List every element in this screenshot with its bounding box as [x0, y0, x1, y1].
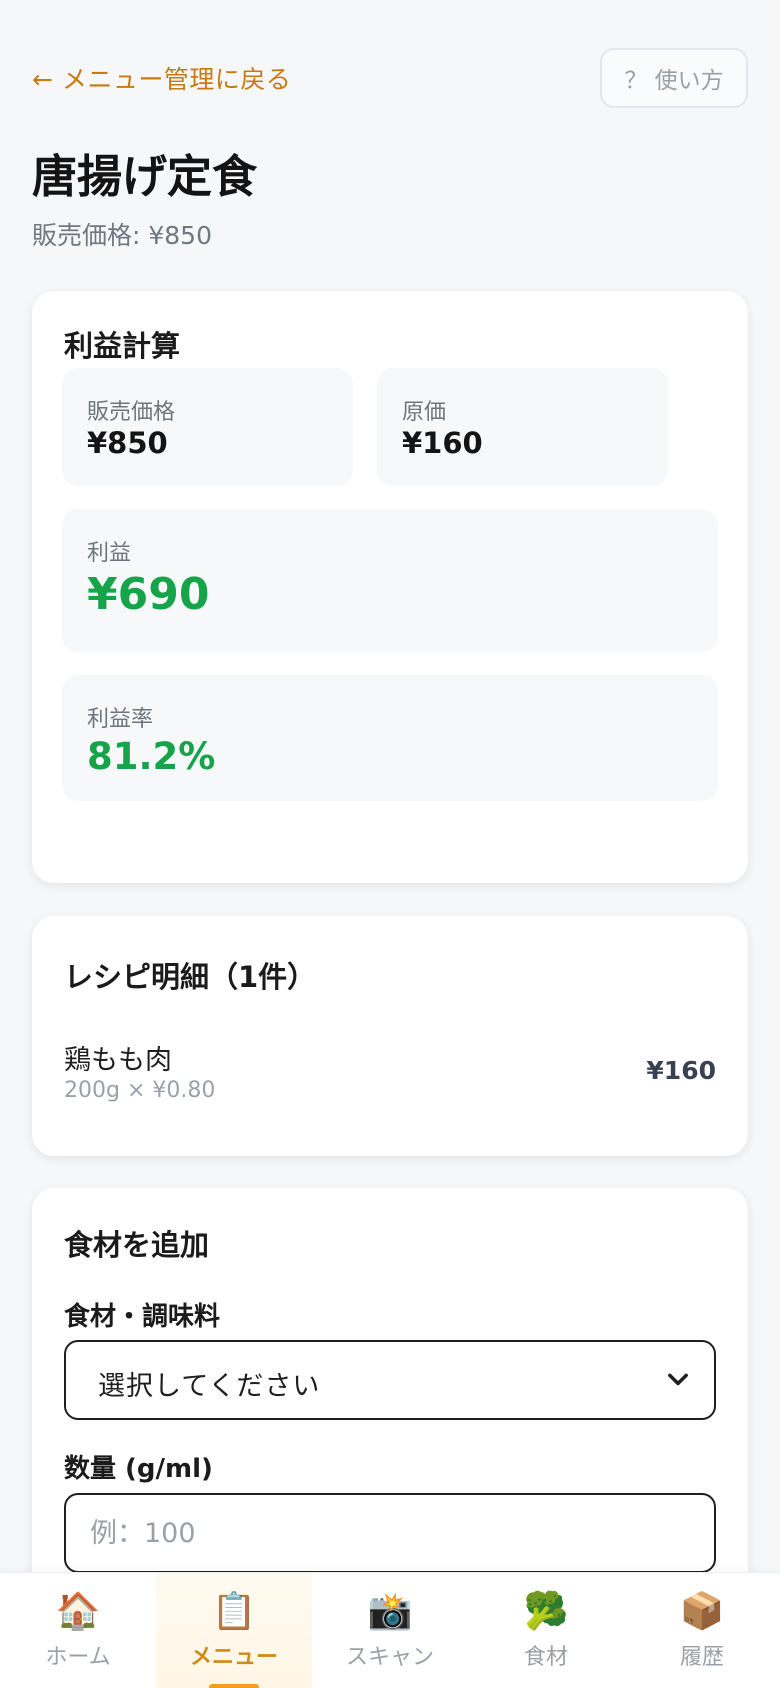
chevron-down-icon — [668, 1373, 688, 1386]
cost-stat: 原価 ¥160 — [377, 368, 668, 486]
active-tab-indicator — [209, 1684, 259, 1688]
sale-price-value: ¥850 — [87, 426, 168, 460]
nav-item-menu[interactable]: 📋 メニュー — [156, 1573, 312, 1688]
margin-label: 利益率 — [87, 707, 154, 732]
camera-flash-icon: 📸 — [367, 1591, 413, 1632]
ingredient-price: ¥160 — [646, 1056, 716, 1085]
package-icon: 📦 — [679, 1591, 725, 1632]
margin-value: 81.2% — [87, 735, 216, 778]
cost-value: ¥160 — [402, 426, 483, 460]
broccoli-icon: 🥦 — [523, 1591, 569, 1632]
profit-stat: 利益 ¥690 — [62, 509, 718, 652]
ingredient-detail: 200g × ¥0.80 — [64, 1078, 216, 1103]
sale-price-label: 販売価格 — [87, 400, 176, 425]
nav-item-scan[interactable]: 📸 スキャン — [312, 1573, 468, 1688]
add-ingredient-card: 食材を追加 食材・調味料 選択してください 数量 (g/ml) — [32, 1188, 748, 1608]
cost-label: 原価 — [402, 400, 447, 425]
sale-price-stat: 販売価格 ¥850 — [62, 368, 353, 486]
back-to-menu-link[interactable]: ← メニュー管理に戻る — [32, 60, 291, 96]
ingredient-field-label: 食材・調味料 — [64, 1302, 221, 1332]
clipboard-icon: 📋 — [211, 1591, 257, 1632]
nav-item-home[interactable]: 🏠 ホーム — [0, 1573, 156, 1688]
nav-label-history: 履歴 — [679, 1645, 724, 1670]
nav-label-ingredients: 食材 — [523, 1645, 568, 1670]
ingredient-name: 鶏もも肉 — [64, 1045, 172, 1076]
ingredient-select-value: 選択してください — [98, 1371, 321, 1402]
bottom-nav: 🏠 ホーム 📋 メニュー 📸 スキャン 🥦 食材 📦 履歴 — [0, 1572, 780, 1688]
page-title: 唐揚げ定食 — [32, 150, 258, 203]
quantity-input[interactable] — [64, 1493, 716, 1573]
margin-stat: 利益率 81.2% — [62, 675, 718, 801]
profit-card: 利益計算 販売価格 ¥850 原価 ¥160 利益 ¥690 利益率 81.2% — [32, 291, 748, 883]
add-ingredient-heading: 食材を追加 — [64, 1228, 210, 1262]
nav-label-home: ホーム — [45, 1645, 111, 1670]
profit-label: 利益 — [87, 541, 132, 566]
recipe-card: レシピ明細（1件） 鶏もも肉 200g × ¥0.80 ¥160 — [32, 916, 748, 1156]
ingredient-select[interactable]: 選択してください — [64, 1340, 716, 1420]
nav-item-history[interactable]: 📦 履歴 — [624, 1573, 780, 1688]
page: ← メニュー管理に戻る ？ 使い方 唐揚げ定食 販売価格: ¥850 利益計算 … — [0, 0, 780, 1688]
recipe-heading: レシピ明細（1件） — [64, 960, 317, 994]
profit-heading: 利益計算 — [64, 329, 181, 363]
help-button[interactable]: ？ 使い方 — [600, 48, 748, 108]
nav-item-ingredients[interactable]: 🥦 食材 — [468, 1573, 624, 1688]
page-subtitle: 販売価格: ¥850 — [32, 221, 212, 250]
nav-label-menu: メニュー — [189, 1645, 278, 1670]
nav-label-scan: スキャン — [345, 1645, 434, 1670]
top-bar: ← メニュー管理に戻る ？ 使い方 — [32, 48, 748, 108]
quantity-field-label: 数量 (g/ml) — [64, 1454, 213, 1484]
profit-value: ¥690 — [87, 569, 210, 620]
house-icon: 🏠 — [55, 1591, 101, 1632]
